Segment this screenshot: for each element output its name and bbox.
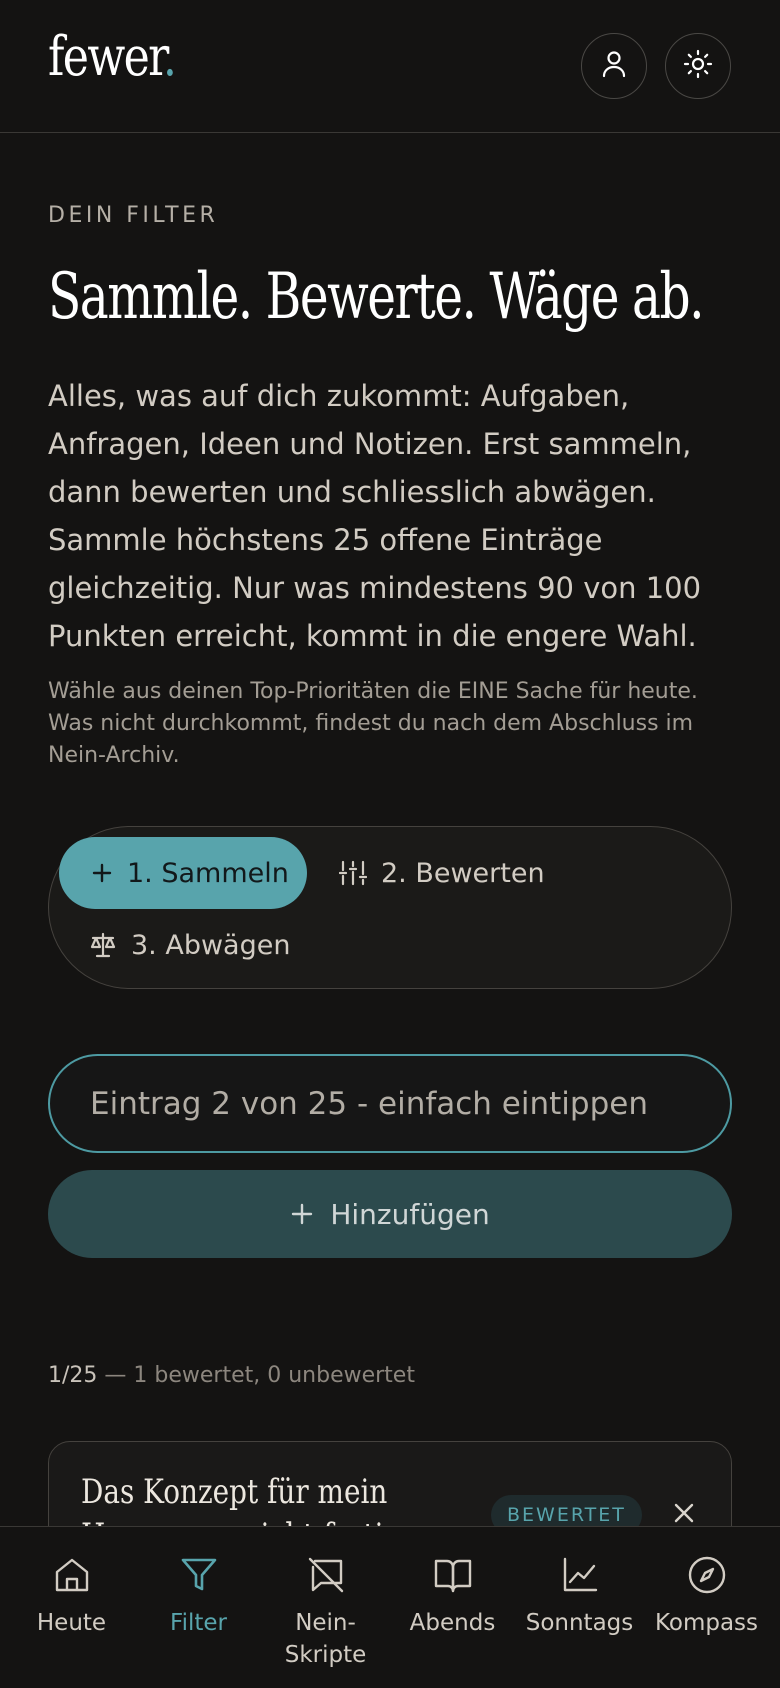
plus-icon [290,1202,314,1226]
step-label: 3. Abwägen [131,929,291,961]
chart-icon [561,1553,599,1597]
theme-toggle-button[interactable] [665,33,731,99]
entry-counter: 1/25 — 1 bewertet, 0 unbewertet [48,1363,415,1388]
nav-item-abends[interactable]: Abends [389,1527,516,1688]
entry-count-detail: — 1 bewertet, 0 unbewertet [97,1363,415,1388]
filter-icon [180,1553,218,1597]
account-button[interactable] [581,33,647,99]
step-label: 1. Sammeln [127,857,289,889]
home-icon [53,1553,91,1597]
add-button[interactable]: Hinzufügen [48,1170,732,1258]
nav-label: Kompass [654,1610,759,1636]
step-switcher: 1. Sammeln 2. Bewerten 3. Abwägen [48,826,732,989]
section-eyebrow: DEIN FILTER [48,203,219,228]
step-collect-tab[interactable]: 1. Sammeln [59,837,307,909]
page-title: Sammle. Bewerte. Wäge ab. [48,260,705,334]
nav-label: Nein-Skripte [284,1610,367,1668]
add-button-label: Hinzufügen [330,1197,490,1231]
book-icon [433,1553,473,1597]
nav-label: Heute [36,1610,107,1636]
app-header: fewer. [0,0,780,133]
step-weigh-tab[interactable]: 3. Abwägen [89,909,290,981]
nav-item-nein-skripte[interactable]: Nein-Skripte [262,1527,389,1688]
user-icon [601,50,627,82]
nav-item-heute[interactable]: Heute [8,1527,135,1688]
compass-icon [687,1553,727,1597]
bottom-navigation: Heute Filter Nein-Skripte Abends Sonntag… [0,1526,780,1688]
nav-label: Abends [409,1610,496,1636]
app-logo[interactable]: fewer. [48,30,177,84]
entry-input[interactable] [48,1054,732,1153]
nav-item-sonntags[interactable]: Sonntags [516,1527,643,1688]
sliders-icon [339,860,367,886]
message-off-icon [307,1553,345,1597]
intro-description: Alles, was auf dich zukommt: Aufgaben, A… [48,379,702,653]
step-rate-tab[interactable]: 2. Bewerten [339,837,545,909]
step-label: 2. Bewerten [381,857,545,889]
nav-label: Filter [170,1610,227,1636]
plus-icon [91,862,113,884]
close-icon [673,1502,695,1528]
entry-count-value: 1/25 [48,1363,98,1388]
scale-icon [89,932,117,958]
nav-item-filter[interactable]: Filter [135,1527,262,1688]
nav-item-kompass[interactable]: Kompass [643,1527,770,1688]
intro-note: Wähle aus deinen Top-Prioritäten die EIN… [48,679,698,768]
sun-icon [683,49,713,83]
logo-dot: . [162,25,177,88]
nav-label: Sonntags [525,1610,634,1636]
